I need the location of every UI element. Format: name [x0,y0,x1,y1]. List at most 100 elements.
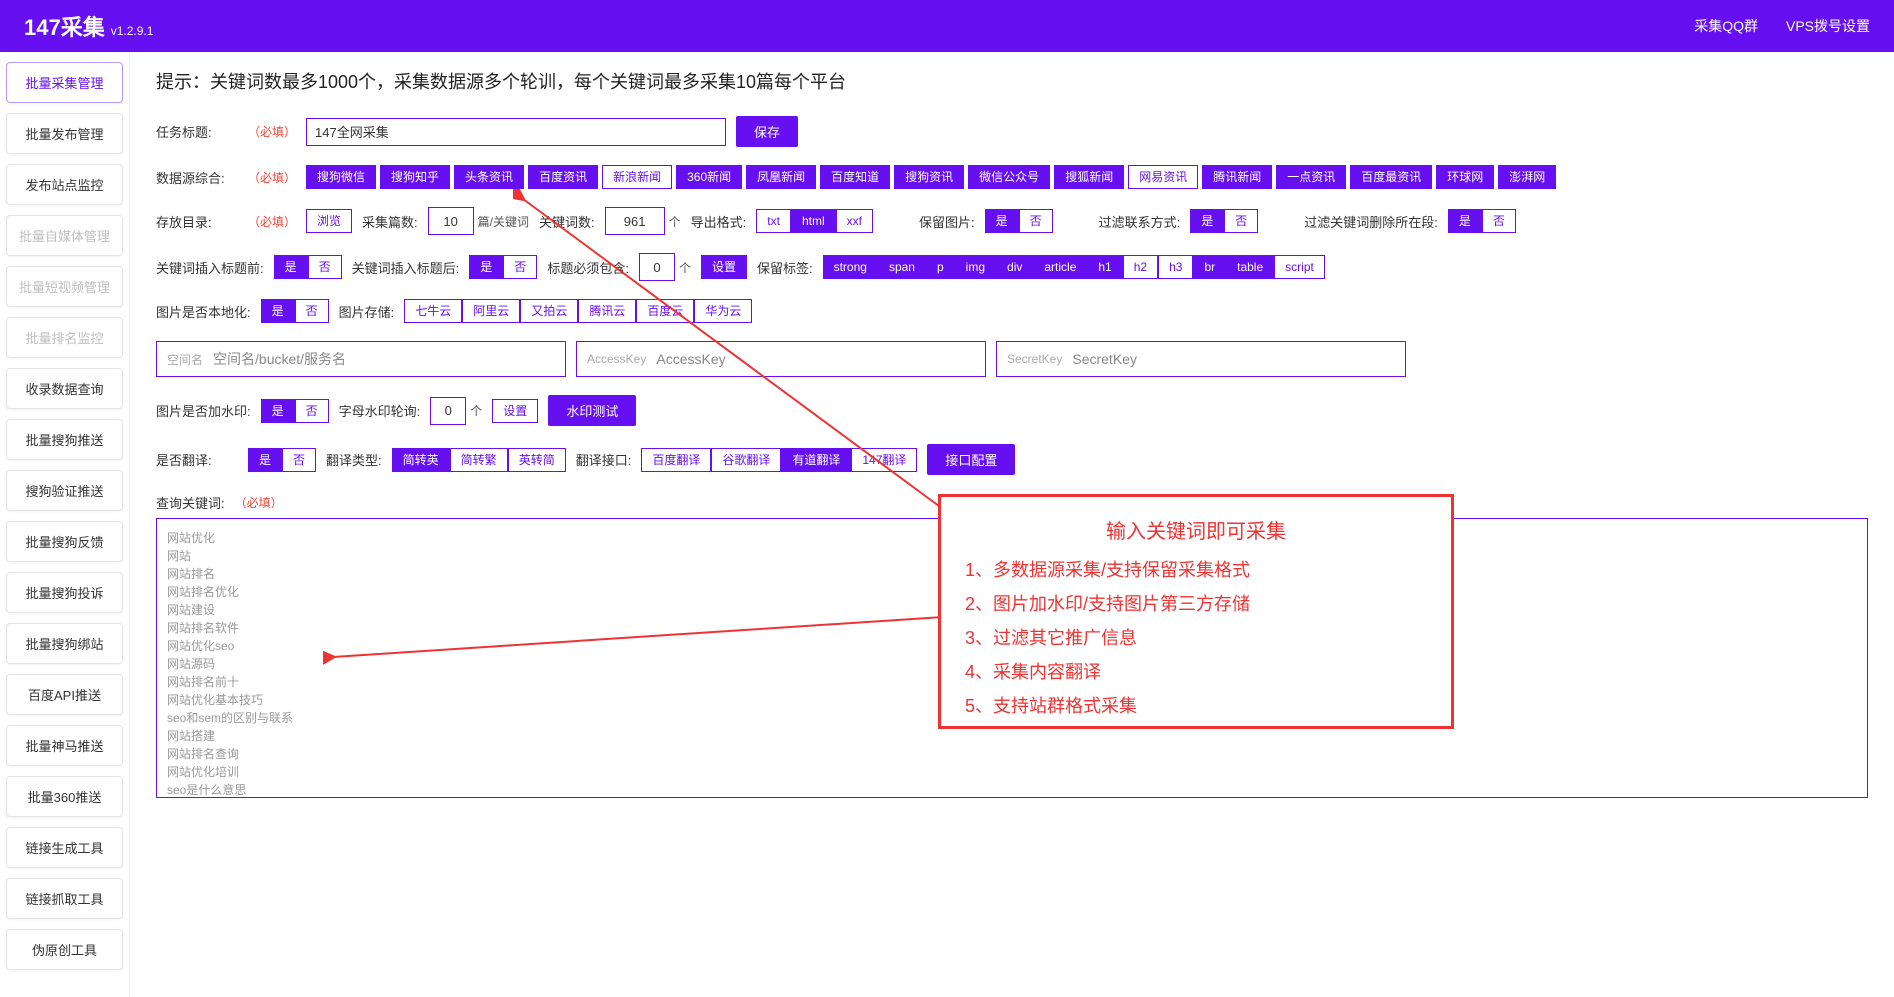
img-local-tag-0[interactable]: 是 [261,299,295,323]
sidebar-item-6[interactable]: 收录数据查询 [6,368,123,409]
sidebar-item-12[interactable]: 百度API推送 [6,674,123,715]
sidebar-item-4[interactable]: 批量短视频管理 [6,266,123,307]
overlay-title: 输入关键词即可采集 [965,515,1427,549]
keep-tag-tag-4[interactable]: div [996,255,1033,279]
link-vps-dial[interactable]: VPS拨号设置 [1786,16,1870,36]
filter-contact-tag-1[interactable]: 否 [1224,209,1258,233]
data-source-tag-2[interactable]: 头条资讯 [454,165,524,189]
img-store-tag-1[interactable]: 阿里云 [462,299,520,323]
filter-kw-tag-1[interactable]: 否 [1482,209,1516,233]
sidebar-item-14[interactable]: 批量360推送 [6,776,123,817]
label-secretkey: SecretKey [1007,352,1062,366]
img-local-tags: 是否 [261,299,329,323]
sidebar-item-1[interactable]: 批量发布管理 [6,113,123,154]
kw-before-tag-0[interactable]: 是 [274,255,308,279]
input-collect-count[interactable] [428,207,474,235]
sidebar-item-13[interactable]: 批量神马推送 [6,725,123,766]
translate-type-tag-0[interactable]: 简转英 [392,448,450,472]
data-source-tag-7[interactable]: 百度知道 [820,165,890,189]
data-source-tag-16[interactable]: 澎湃网 [1498,165,1556,189]
sidebar: 批量采集管理批量发布管理发布站点监控批量自媒体管理批量短视频管理批量排名监控收录… [0,52,130,997]
sidebar-item-16[interactable]: 链接抓取工具 [6,878,123,919]
overlay-line-1: 1、多数据源采集/支持保留采集格式 [965,553,1427,587]
sidebar-item-17[interactable]: 伪原创工具 [6,929,123,970]
data-source-tag-3[interactable]: 百度资讯 [528,165,598,189]
data-source-tag-6[interactable]: 凤凰新闻 [746,165,816,189]
unit-wm-rotate: 个 [470,402,482,419]
img-local-tag-1[interactable]: 否 [295,299,329,323]
sidebar-item-10[interactable]: 批量搜狗投诉 [6,572,123,613]
translate-tag-0[interactable]: 是 [248,448,282,472]
input-wm-rotate[interactable] [430,397,466,425]
kw-before-tags: 是否 [274,255,342,279]
sidebar-item-11[interactable]: 批量搜狗绑站 [6,623,123,664]
watermark-tags: 是否 [261,399,329,423]
input-bucket[interactable] [213,351,555,367]
sidebar-item-8[interactable]: 搜狗验证推送 [6,470,123,511]
sidebar-item-15[interactable]: 链接生成工具 [6,827,123,868]
keep-tag-tag-3[interactable]: img [955,255,996,279]
data-source-tag-5[interactable]: 360新闻 [676,165,742,189]
save-button[interactable]: 保存 [736,116,798,147]
data-source-tags: 搜狗微信搜狗知乎头条资讯百度资讯新浪新闻360新闻凤凰新闻百度知道搜狗资讯微信公… [306,165,1556,189]
label-query-kw: 查询关键词: [156,493,225,512]
data-source-tag-11[interactable]: 网易资讯 [1128,165,1198,189]
req-data-source: （必填） [248,169,296,186]
data-source-tag-0[interactable]: 搜狗微信 [306,165,376,189]
keep-tag-tag-11[interactable]: script [1274,255,1325,279]
label-translate-type: 翻译类型: [326,450,382,469]
input-secretkey[interactable] [1072,351,1395,367]
watermark-tag-1[interactable]: 否 [295,399,329,423]
annotation-overlay: 输入关键词即可采集 1、多数据源采集/支持保留采集格式 2、图片加水印/支持图片… [938,494,1454,729]
data-source-tag-10[interactable]: 搜狐新闻 [1054,165,1124,189]
row-translate: 是否翻译: 是否 翻译类型: 简转英简转繁英转简 翻译接口: 百度翻译谷歌翻译有… [156,444,1868,475]
data-source-tag-1[interactable]: 搜狗知乎 [380,165,450,189]
translate-tag-1[interactable]: 否 [282,448,316,472]
input-task-title[interactable] [306,118,726,146]
label-wm-rotate: 字母水印轮询: [339,401,421,420]
row-img-local: 图片是否本地化: 是否 图片存储: 七牛云阿里云又拍云腾讯云百度云华为云 [156,299,1868,323]
translate-type-tag-1[interactable]: 简转繁 [450,448,508,472]
data-source-tag-13[interactable]: 一点资讯 [1276,165,1346,189]
link-qq-group[interactable]: 采集QQ群 [1694,16,1758,36]
data-source-tag-9[interactable]: 微信公众号 [968,165,1050,189]
sidebar-item-0[interactable]: 批量采集管理 [6,62,123,103]
keep-tag-tag-5[interactable]: article [1033,255,1087,279]
sidebar-item-5[interactable]: 批量排名监控 [6,317,123,358]
filter-kw-tag-0[interactable]: 是 [1448,209,1482,233]
filter-contact-tag-0[interactable]: 是 [1190,209,1224,233]
keep-tag-tag-9[interactable]: br [1193,255,1226,279]
kw-before-tag-1[interactable]: 否 [308,255,342,279]
data-source-tag-8[interactable]: 搜狗资讯 [894,165,964,189]
data-source-tag-14[interactable]: 百度最资讯 [1350,165,1432,189]
sidebar-item-2[interactable]: 发布站点监控 [6,164,123,205]
bucket-field[interactable]: 空间名 [156,341,566,377]
sidebar-item-7[interactable]: 批量搜狗推送 [6,419,123,460]
label-kw-after: 关键词插入标题后: [352,258,460,277]
data-source-tag-15[interactable]: 环球网 [1436,165,1494,189]
row-store-dir: 存放目录: （必填） 浏览 采集篇数: 篇/关键词 关键词数: 个 导出格式: … [156,207,1868,235]
keep-img-tag-1[interactable]: 否 [1019,209,1053,233]
label-store-dir: 存放目录: [156,212,238,231]
data-source-tag-4[interactable]: 新浪新闻 [602,165,672,189]
data-source-tag-12[interactable]: 腾讯新闻 [1202,165,1272,189]
overlay-line-5: 5、支持站群格式采集 [965,689,1427,723]
keep-tag-tag-10[interactable]: table [1226,255,1274,279]
watermark-tag-0[interactable]: 是 [261,399,295,423]
sidebar-item-9[interactable]: 批量搜狗反馈 [6,521,123,562]
keep-img-tag-0[interactable]: 是 [985,209,1019,233]
keep-tag-tag-7[interactable]: h2 [1123,255,1158,279]
main-content: 提示：关键词数最多1000个，采集数据源多个轮训，每个关键词最多采集10篇每个平… [130,52,1894,997]
keep-img-tags: 是否 [985,209,1053,233]
overlay-line-3: 3、过滤其它推广信息 [965,621,1427,655]
keep-tag-tag-8[interactable]: h3 [1158,255,1193,279]
kw-after-tag-0[interactable]: 是 [469,255,503,279]
brand: 147采集 v1.2.9.1 [24,10,153,42]
sidebar-item-3[interactable]: 批量自媒体管理 [6,215,123,256]
browse-button[interactable]: 浏览 [306,209,352,233]
label-data-source: 数据源综合: [156,168,238,187]
secretkey-field[interactable]: SecretKey [996,341,1406,377]
img-store-tag-0[interactable]: 七牛云 [404,299,462,323]
annotation-arrow-2-icon [323,607,953,677]
keep-tag-tag-6[interactable]: h1 [1087,255,1122,279]
